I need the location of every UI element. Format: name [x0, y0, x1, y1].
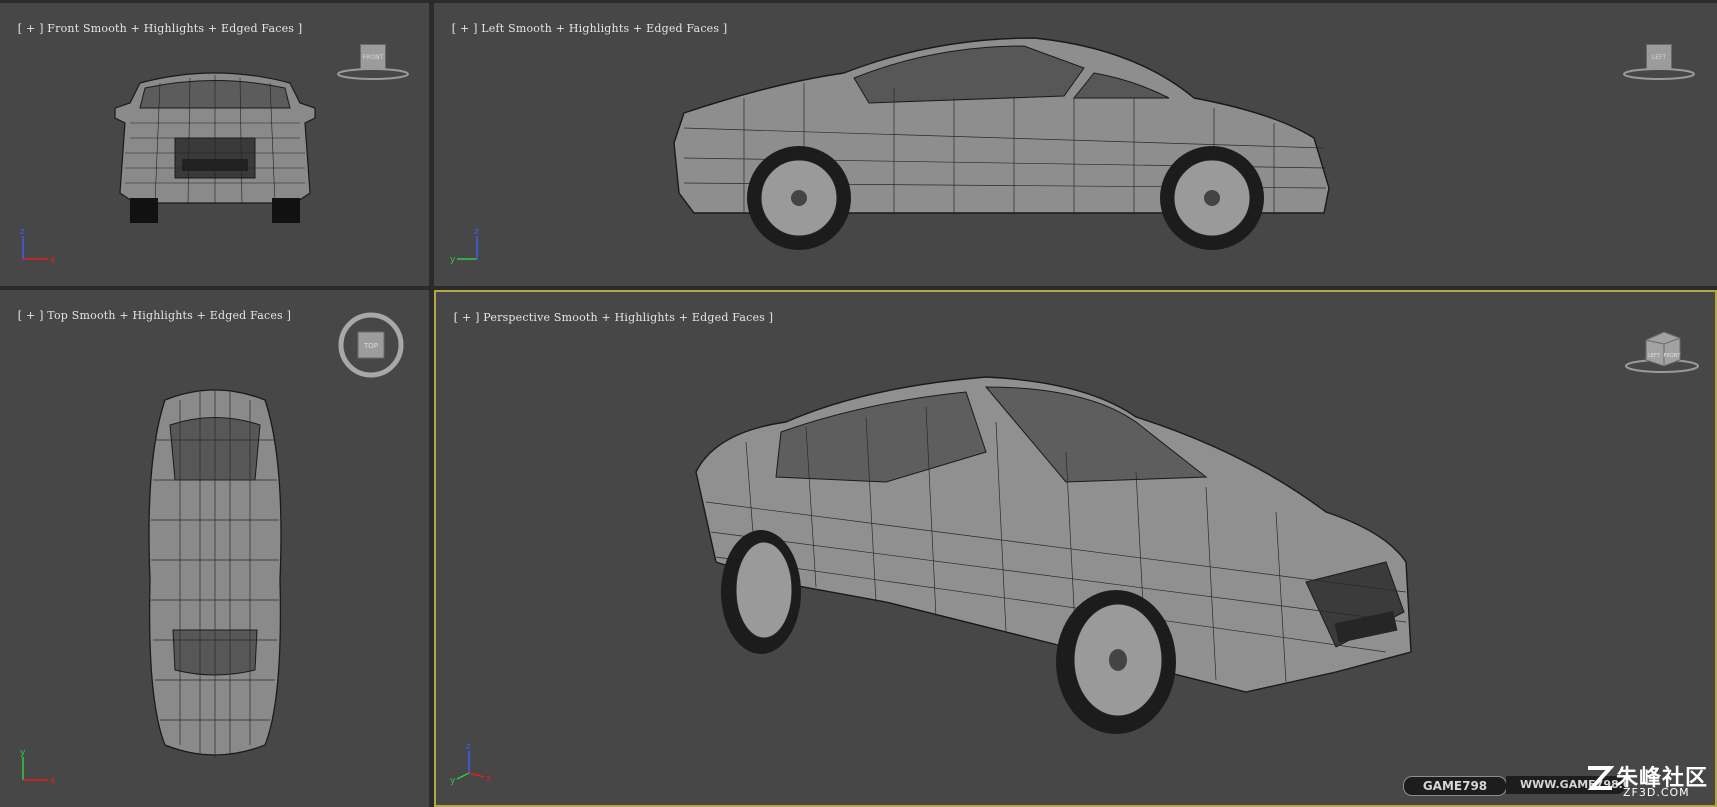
axis-y-label: y — [20, 748, 26, 758]
viewcube-face-label: FRONT — [362, 53, 384, 61]
shading-mode-label[interactable]: Smooth + Highlights + Edged Faces ] — [83, 22, 302, 35]
car-top-wireframe — [148, 389, 282, 758]
viewport-menu[interactable]: [ + ] — [454, 311, 480, 324]
axis-z-label: z — [466, 742, 471, 752]
viewcube-ring-icon[interactable] — [1622, 67, 1696, 81]
viewcube-face-front: FRONT — [1663, 353, 1681, 359]
view-mode-label[interactable]: Left — [481, 22, 504, 35]
watermark-badge: GAME798 — [1403, 776, 1507, 796]
viewport-label[interactable]: [ + ] Top Smooth + Highlights + Edged Fa… — [3, 296, 291, 335]
car-perspective-wireframe — [695, 376, 1412, 734]
axis-y-label: y — [450, 255, 456, 265]
axis-x-label: x — [50, 776, 56, 786]
axis-tripod-icon: y x — [18, 745, 58, 786]
axis-x-label: x — [486, 774, 492, 784]
axis-z-label: z — [474, 227, 479, 237]
viewport-menu[interactable]: [ + ] — [18, 309, 44, 322]
viewport-left[interactable]: [ + ] Left Smooth + Highlights + Edged F… — [434, 3, 1717, 286]
car-front-wireframe — [114, 72, 316, 223]
zf-logo-icon — [1587, 766, 1615, 790]
viewport-perspective[interactable]: [ + ] Perspective Smooth + Highlights + … — [434, 290, 1717, 807]
shading-mode-label[interactable]: Smooth + Highlights + Edged Faces ] — [72, 309, 291, 322]
viewcube-icon[interactable]: LEFT FRONT — [1624, 328, 1702, 378]
viewport-label[interactable]: [ + ] Front Smooth + Highlights + Edged … — [3, 9, 302, 48]
viewport-menu[interactable]: [ + ] — [18, 22, 44, 35]
car-side-wireframe — [673, 37, 1330, 250]
watermark-brand-url: ZF3D.COM — [1623, 786, 1690, 799]
viewport-top[interactable]: [ + ] Top Smooth + Highlights + Edged Fa… — [0, 290, 429, 807]
viewcube-compass-icon[interactable]: TOP — [334, 308, 408, 382]
viewcube-ring-icon[interactable] — [336, 67, 410, 81]
view-mode-label[interactable]: Top — [47, 309, 68, 322]
axis-z-label: z — [20, 227, 25, 237]
axis-y-label: y — [450, 776, 456, 786]
view-mode-label[interactable]: Perspective — [483, 311, 550, 324]
axis-tripod-icon: y z — [450, 224, 492, 265]
viewport-menu[interactable]: [ + ] — [452, 22, 478, 35]
viewcube-face-label: TOP — [363, 342, 378, 350]
view-mode-label[interactable]: Front — [47, 22, 79, 35]
viewcube-face-left: LEFT — [1648, 353, 1661, 359]
axis-x-label: x — [50, 255, 56, 265]
viewcube-face-label: LEFT — [1651, 53, 1667, 61]
shading-mode-label[interactable]: Smooth + Highlights + Edged Faces ] — [554, 311, 773, 324]
viewport-front[interactable]: [ + ] Front Smooth + Highlights + Edged … — [0, 3, 429, 286]
axis-tripod-icon: z y x — [450, 742, 494, 786]
viewport-label[interactable]: [ + ] Perspective Smooth + Highlights + … — [439, 298, 773, 337]
axis-tripod-icon: z x — [18, 224, 58, 265]
